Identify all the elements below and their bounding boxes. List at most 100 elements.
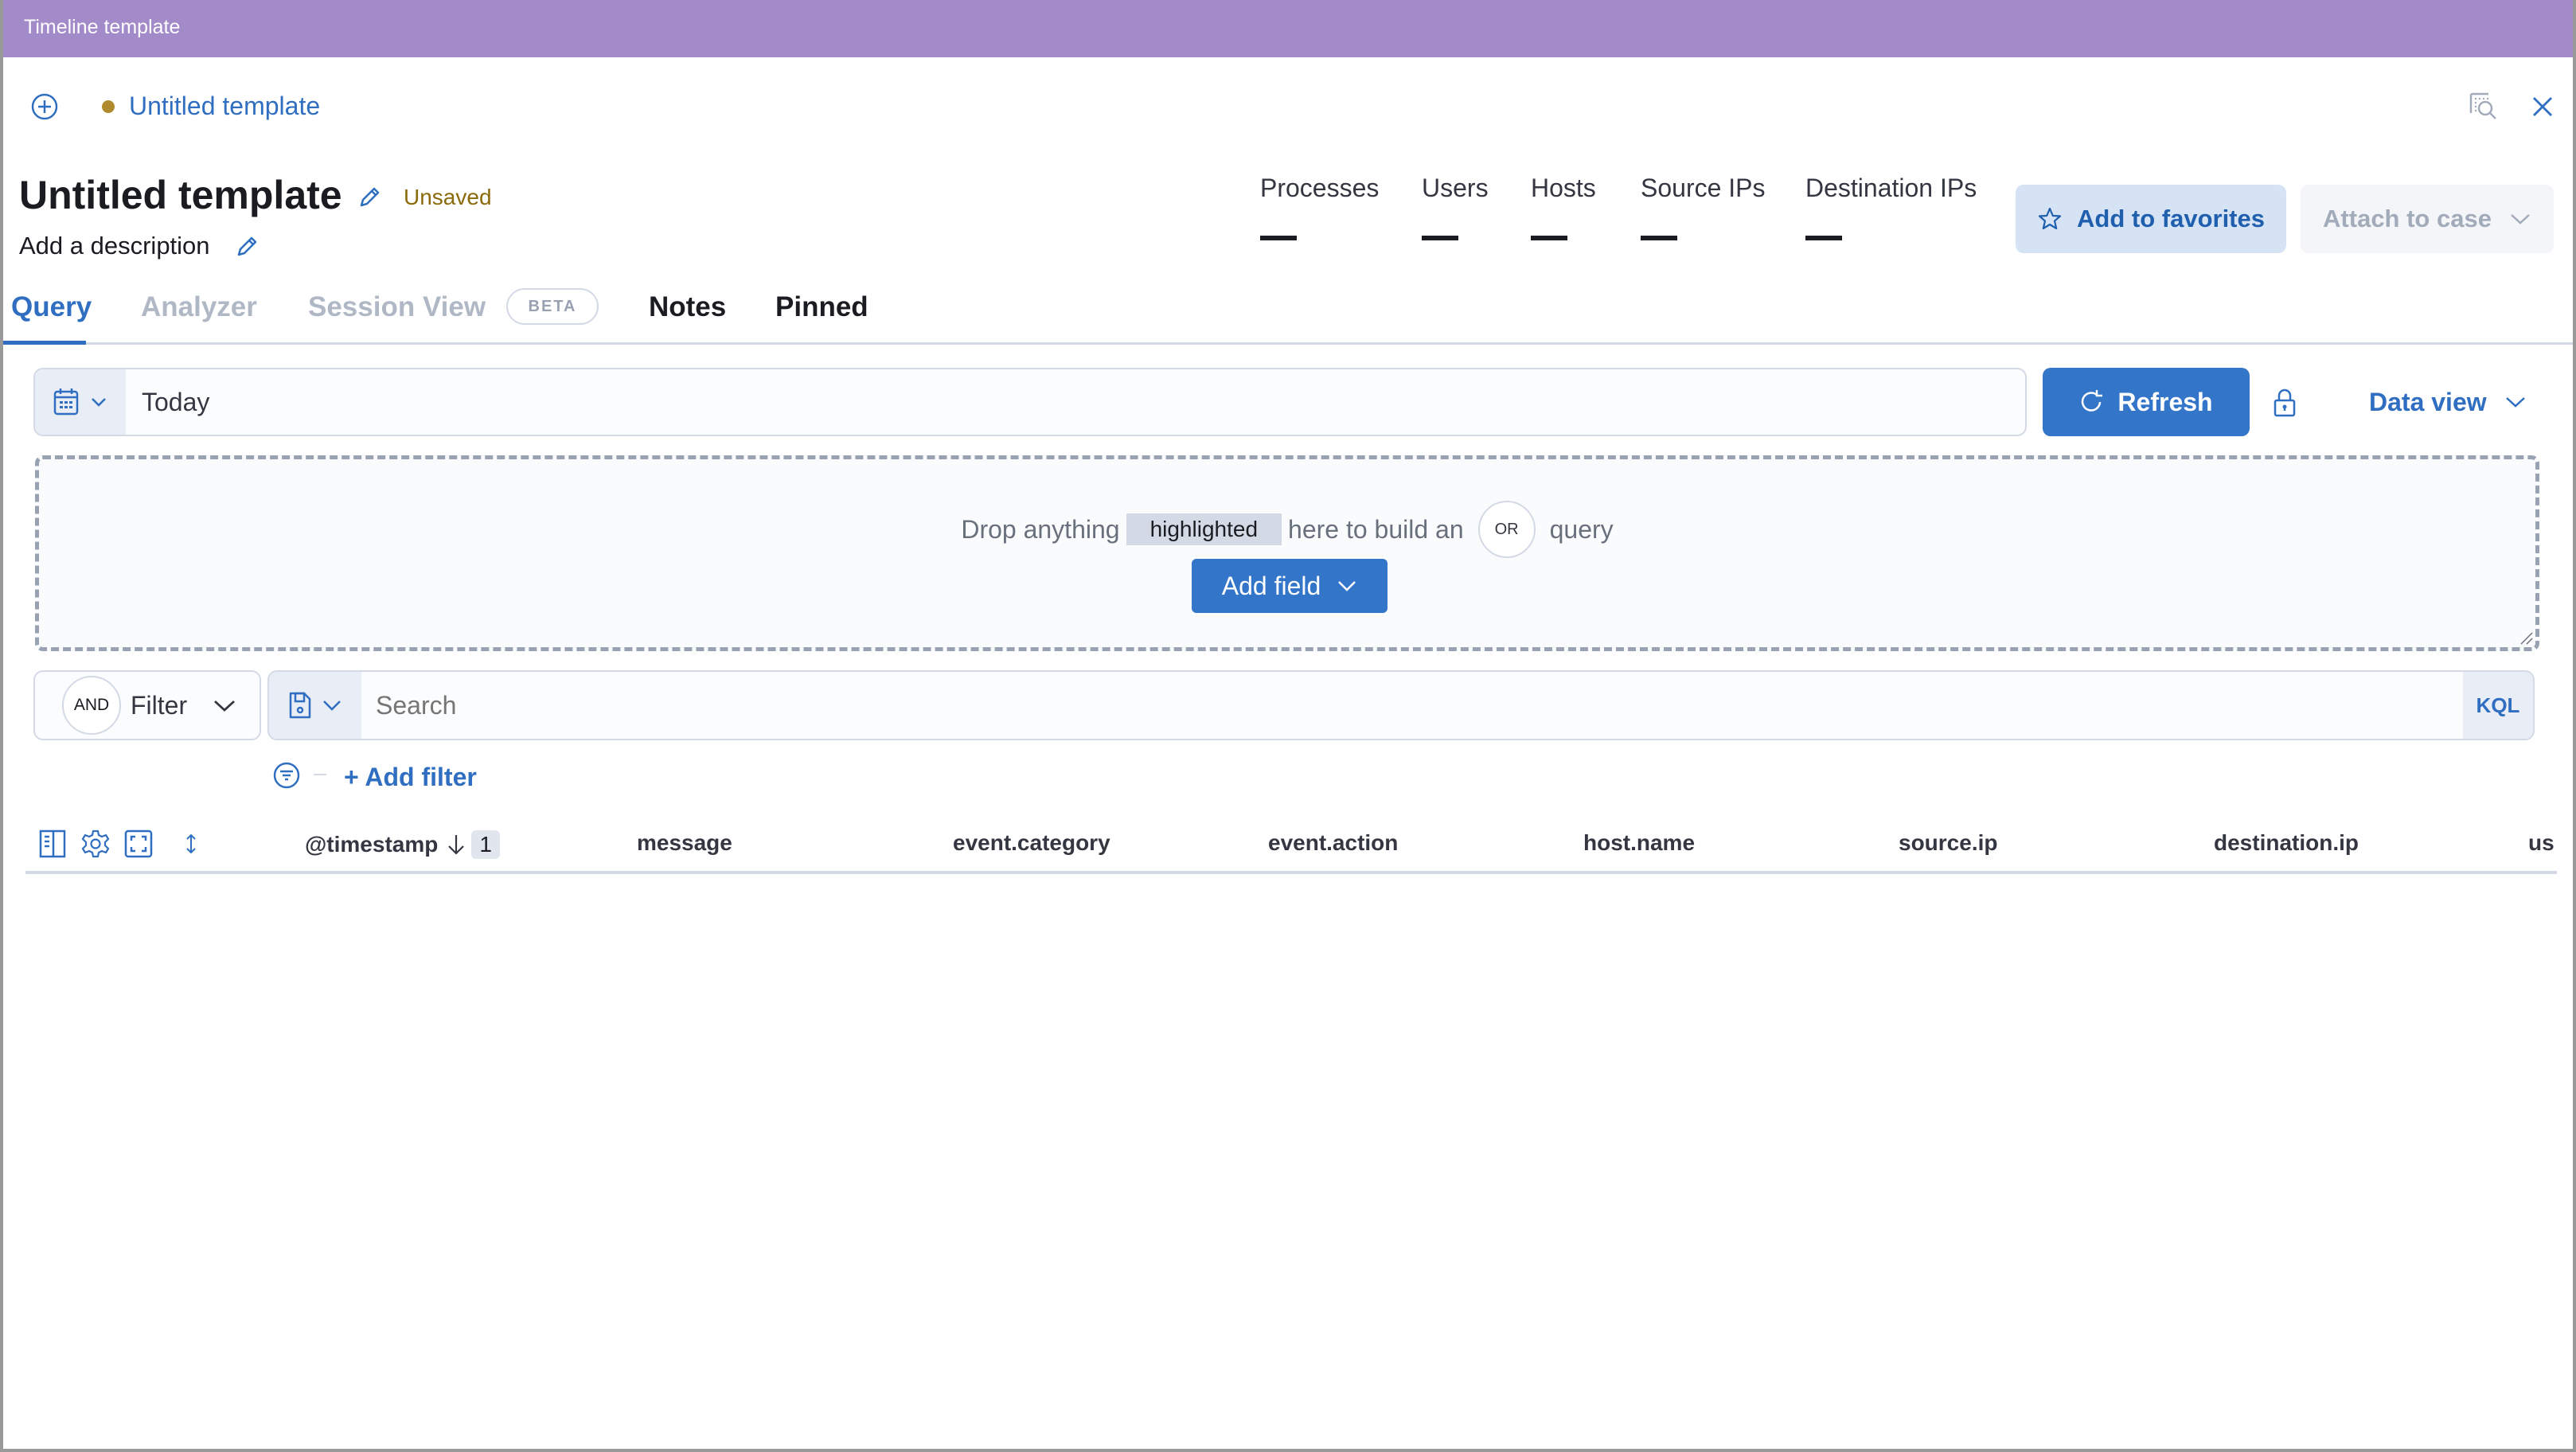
star-icon [2038,207,2062,230]
column-header-timestamp[interactable]: @timestamp 1 [305,830,500,859]
filter-divider [314,774,326,775]
gear-icon [81,829,110,858]
close-icon [2533,97,2552,116]
inspect-button[interactable] [2465,88,2503,126]
edit-description-button[interactable] [231,231,263,263]
date-quick-select-button[interactable] [35,369,126,435]
stat-users-label: Users [1422,174,1489,202]
refresh-button[interactable]: Refresh [2043,368,2250,436]
beta-badge: BETA [506,288,599,325]
page-title: Untitled template [19,173,342,217]
chevron-down-icon [92,398,106,407]
kql-search-input[interactable] [361,672,2463,739]
add-to-favorites-label: Add to favorites [2077,205,2265,232]
attach-to-case-label: Attach to case [2323,205,2492,232]
sort-order-badge: 1 [471,830,500,859]
stat-source-ips-value [1641,236,1677,240]
lock-icon [2274,388,2296,417]
columns-icon [39,829,66,858]
edit-title-button[interactable] [353,182,385,213]
tabs-divider [3,342,2573,345]
highlighted-chip: highlighted [1126,513,1282,545]
filter-icon [273,762,300,789]
stat-users-value [1422,236,1458,240]
refresh-icon [2082,390,2103,412]
drop-text-before: Drop anything [961,514,1120,544]
full-screen-button[interactable] [123,828,154,860]
plus-circle-icon [31,93,58,120]
attach-to-case-button[interactable]: Attach to case [2301,185,2554,253]
date-range-value[interactable]: Today [126,369,209,435]
kql-label: KQL [2476,693,2520,717]
tab-notes[interactable]: Notes [649,291,726,323]
add-filter-button[interactable]: + Add filter [344,763,477,792]
data-view-label: Data view [2369,387,2487,416]
refresh-label: Refresh [2117,387,2213,416]
new-timeline-button[interactable] [29,91,60,123]
column-header-event-category[interactable]: event.category [953,830,1110,856]
tab-query[interactable]: Query [11,291,92,323]
stat-hosts-label: Hosts [1531,174,1596,202]
date-picker[interactable]: Today [33,368,2027,436]
close-button[interactable] [2525,89,2560,124]
data-view-button[interactable]: Data view [2352,374,2543,430]
drop-text-middle: here to build an [1288,514,1464,544]
column-header-message[interactable]: message [637,830,732,856]
sort-descending-icon [448,835,465,855]
column-header-host-name[interactable]: host.name [1583,830,1695,856]
column-label: @timestamp [305,832,439,857]
settings-button[interactable] [80,828,111,860]
query-language-button[interactable]: KQL [2463,672,2533,739]
save-icon [289,692,311,719]
title-bar: Timeline template [3,0,2573,57]
unsaved-status-dot [102,100,115,113]
stat-processes-label: Processes [1260,174,1380,202]
table-header-divider [25,871,2557,874]
timeline-title-link[interactable]: Untitled template [129,92,320,121]
tab-analyzer[interactable]: Analyzer [141,291,257,323]
add-field-label: Add field [1221,571,1321,600]
lock-button[interactable] [2269,385,2301,420]
drop-zone-message: Drop anything highlighted here to build … [39,501,2535,558]
tab-pinned[interactable]: Pinned [775,291,868,323]
full-screen-icon [124,829,153,858]
chevron-down-icon [1338,581,1356,591]
tab-session-view[interactable]: Session View [308,291,486,323]
search-bar: KQL [267,670,2535,740]
inspect-icon [2469,92,2496,119]
stat-source-ips-label: Source IPs [1641,174,1766,202]
drop-text-after: query [1549,514,1614,544]
or-operator-badge: OR [1477,501,1536,558]
stat-hosts-value [1531,236,1567,240]
query-drop-zone[interactable]: Drop anything highlighted here to build … [35,455,2539,651]
resize-handle-icon[interactable] [2519,631,2534,646]
column-header-source-ip[interactable]: source.ip [1899,830,1997,856]
add-to-favorites-button[interactable]: Add to favorites [2016,185,2286,253]
column-header-event-action[interactable]: event.action [1268,830,1398,856]
timeline-template-panel: Timeline template Untitled template Unti… [3,0,2573,1449]
stat-destination-ips-value [1805,236,1842,240]
column-header-destination-ip[interactable]: destination.ip [2214,830,2359,856]
table-body [25,876,2557,1433]
chevron-down-icon [323,701,341,711]
stat-destination-ips-label: Destination IPs [1805,174,1977,202]
saved-query-button[interactable] [269,672,361,739]
sort-expand-icon [186,833,196,854]
unsaved-badge: Unsaved [404,185,492,209]
pencil-icon [237,236,257,256]
filter-label: Filter [131,690,188,720]
chevron-down-icon [214,700,236,712]
filter-operator-select[interactable]: AND Filter [33,670,261,740]
filter-menu-button[interactable] [271,759,302,791]
chevron-down-icon [2511,214,2530,224]
chevron-down-icon [2505,397,2525,408]
column-header-user[interactable]: us [2528,830,2555,856]
add-field-button[interactable]: Add field [1192,559,1388,613]
window-title: Timeline template [24,16,181,38]
fields-browser-button[interactable] [37,828,68,860]
description-field[interactable]: Add a description [19,232,210,260]
stat-processes-value [1260,236,1297,240]
pencil-icon [360,187,380,207]
and-operator-badge: AND [62,676,121,735]
row-height-button[interactable] [177,829,205,858]
